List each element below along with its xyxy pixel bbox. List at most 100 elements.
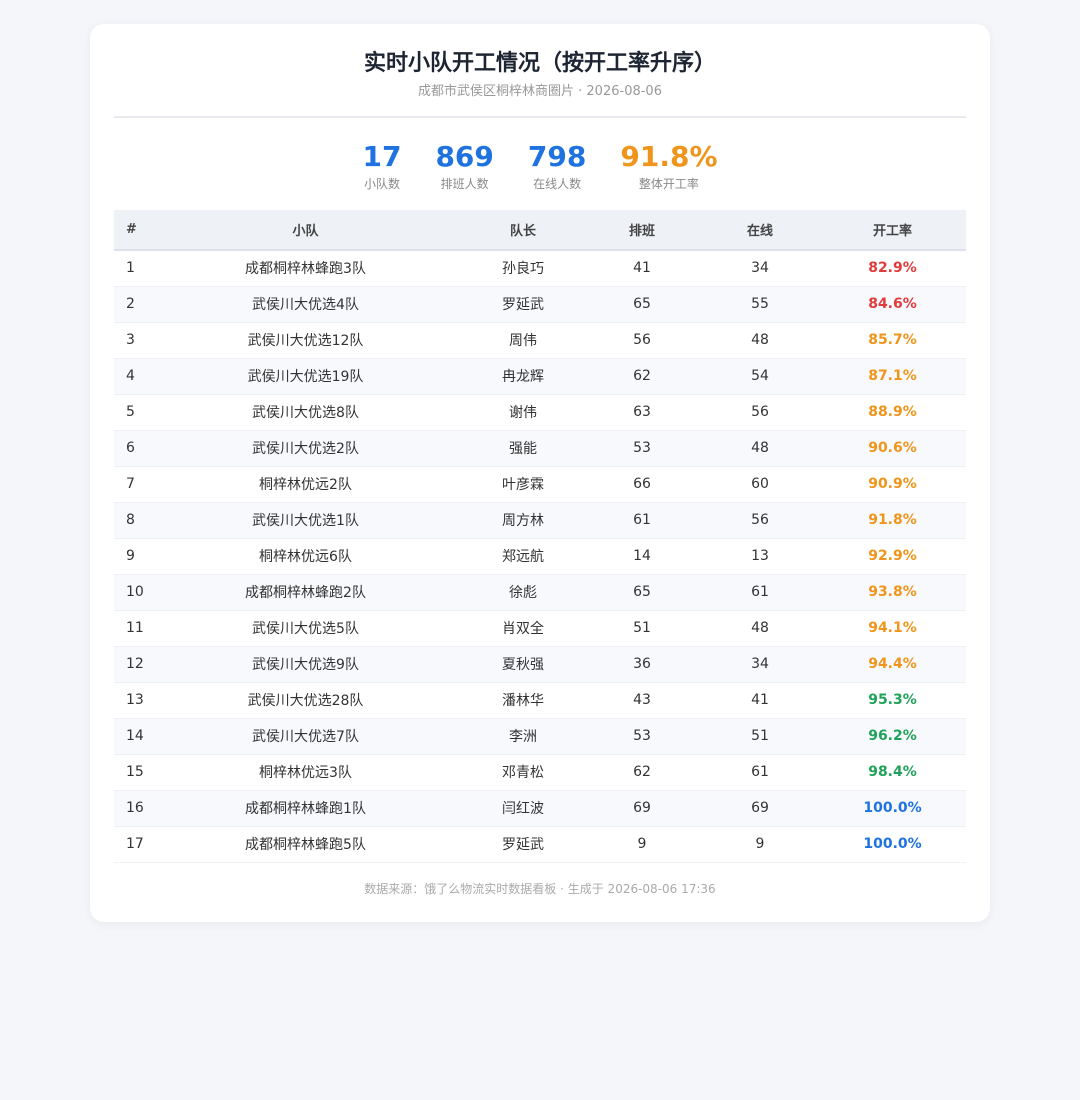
col-scheduled-header: 排班 xyxy=(583,210,701,251)
row-scheduled: 41 xyxy=(583,250,701,287)
row-team-name: 武侯川大优选4队 xyxy=(148,286,463,323)
row-online: 51 xyxy=(701,718,819,755)
table-row: 12 武侯川大优选9队 夏秋强 36 34 94.4% xyxy=(114,646,966,683)
row-online: 61 xyxy=(701,574,819,611)
row-leader: 孙良巧 xyxy=(463,250,583,287)
col-rate-header: 开工率 xyxy=(819,210,966,251)
row-leader: 叶彦霖 xyxy=(463,466,583,503)
row-online: 60 xyxy=(701,466,819,503)
header-row: # 小队 队长 排班 在线 开工率 xyxy=(114,210,966,251)
row-rate: 84.6% xyxy=(819,286,966,323)
row-scheduled: 62 xyxy=(583,358,701,395)
row-rate: 91.8% xyxy=(819,502,966,539)
table-row: 5 武侯川大优选8队 谢伟 63 56 88.9% xyxy=(114,394,966,431)
row-index: 3 xyxy=(114,322,148,359)
row-rate: 90.9% xyxy=(819,466,966,503)
row-online: 34 xyxy=(701,646,819,683)
row-online: 48 xyxy=(701,322,819,359)
row-team-name: 武侯川大优选8队 xyxy=(148,394,463,431)
row-scheduled: 9 xyxy=(583,826,701,863)
row-team-name: 武侯川大优选12队 xyxy=(148,322,463,359)
row-leader: 冉龙辉 xyxy=(463,358,583,395)
row-scheduled: 53 xyxy=(583,718,701,755)
row-team-name: 成都桐梓林蜂跑2队 xyxy=(148,574,463,611)
row-team-name: 武侯川大优选2队 xyxy=(148,430,463,467)
stat-label: 整体开工率 xyxy=(638,177,699,191)
row-scheduled: 63 xyxy=(583,394,701,431)
page-title: 实时小队开工情况（按开工率升序） xyxy=(363,51,716,76)
footer-source: 数据来源：饿了么物流实时数据看板 · 生成于 2026-08-06 17:36 xyxy=(364,881,716,896)
table-row: 1 成都桐梓林蜂跑3队 孙良巧 41 34 82.9% xyxy=(114,250,966,287)
stat-label: 在线人数 xyxy=(533,177,582,191)
row-online: 41 xyxy=(701,682,819,719)
row-online: 13 xyxy=(701,538,819,575)
stat-label: 小队数 xyxy=(363,177,400,191)
row-rate: 96.2% xyxy=(819,718,966,755)
row-scheduled: 62 xyxy=(583,754,701,791)
row-team-name: 桐梓林优远6队 xyxy=(148,538,463,575)
row-scheduled: 14 xyxy=(583,538,701,575)
row-rate: 88.9% xyxy=(819,394,966,431)
row-online: 48 xyxy=(701,430,819,467)
row-team-name: 成都桐梓林蜂跑3队 xyxy=(148,250,463,287)
table-row: 7 桐梓林优远2队 叶彦霖 66 60 90.9% xyxy=(114,466,966,503)
row-rate: 94.1% xyxy=(819,610,966,647)
row-index: 16 xyxy=(114,790,148,827)
row-online: 56 xyxy=(701,394,819,431)
row-team-name: 武侯川大优选19队 xyxy=(148,358,463,395)
row-scheduled: 43 xyxy=(583,682,701,719)
table-row: 17 成都桐梓林蜂跑5队 罗延武 9 9 100.0% xyxy=(114,826,966,863)
row-scheduled: 66 xyxy=(583,466,701,503)
stat-value: 91.8% xyxy=(620,140,718,173)
row-index: 7 xyxy=(114,466,148,503)
stat-value: 869 xyxy=(435,140,494,173)
row-leader: 强能 xyxy=(463,430,583,467)
row-index: 15 xyxy=(114,754,148,791)
stat-online-count: 798 在线人数 xyxy=(528,140,586,192)
table-row: 3 武侯川大优选12队 周伟 56 48 85.7% xyxy=(114,322,966,359)
row-team-name: 成都桐梓林蜂跑1队 xyxy=(148,790,463,827)
stat-scheduled-count: 869 排班人数 xyxy=(435,140,493,192)
row-rate: 93.8% xyxy=(819,574,966,611)
row-index: 8 xyxy=(114,502,148,539)
table-row: 9 桐梓林优远6队 郑远航 14 13 92.9% xyxy=(114,538,966,575)
row-scheduled: 56 xyxy=(583,322,701,359)
row-index: 6 xyxy=(114,430,148,467)
stat-team-count: 17 小队数 xyxy=(362,140,401,192)
row-leader: 肖双全 xyxy=(463,610,583,647)
row-leader: 周方林 xyxy=(463,502,583,539)
row-online: 9 xyxy=(701,826,819,863)
row-leader: 周伟 xyxy=(463,322,583,359)
row-index: 10 xyxy=(114,574,148,611)
row-rate: 95.3% xyxy=(819,682,966,719)
row-scheduled: 53 xyxy=(583,430,701,467)
col-index-header: # xyxy=(114,210,148,251)
row-team-name: 桐梓林优远3队 xyxy=(148,754,463,791)
row-index: 13 xyxy=(114,682,148,719)
stat-overall-rate: 91.8% 整体开工率 xyxy=(620,140,717,192)
table-row: 10 成都桐梓林蜂跑2队 徐彪 65 61 93.8% xyxy=(114,574,966,611)
table-body: 1 成都桐梓林蜂跑3队 孙良巧 41 34 82.9% 2 武侯川大优选4队 罗延武 65 55 84… xyxy=(114,250,966,863)
page-subtitle: 成都市武侯区桐梓林商圈片 · 2026-08-06 xyxy=(418,84,662,99)
row-leader: 李洲 xyxy=(463,718,583,755)
table-row: 11 武侯川大优选5队 肖双全 51 48 94.1% xyxy=(114,610,966,647)
row-team-name: 桐梓林优远2队 xyxy=(148,466,463,503)
row-rate: 92.9% xyxy=(819,538,966,575)
report-card: 实时小队开工情况（按开工率升序） 成都市武侯区桐梓林商圈片 · 2026-08-… xyxy=(90,24,990,922)
col-team-header: 小队 xyxy=(148,210,463,251)
row-team-name: 武侯川大优选28队 xyxy=(148,682,463,719)
row-leader: 徐彪 xyxy=(463,574,583,611)
table-row: 16 成都桐梓林蜂跑1队 闫红波 69 69 100.0% xyxy=(114,790,966,827)
row-leader: 郑远航 xyxy=(463,538,583,575)
table-row: 4 武侯川大优选19队 冉龙辉 62 54 87.1% xyxy=(114,358,966,395)
row-online: 56 xyxy=(701,502,819,539)
row-online: 55 xyxy=(701,286,819,323)
row-team-name: 武侯川大优选9队 xyxy=(148,646,463,683)
summary-stats: 17 小队数 869 排班人数 798 在线人数 91.8% 整体开工率 xyxy=(114,140,966,192)
row-index: 11 xyxy=(114,610,148,647)
row-scheduled: 51 xyxy=(583,610,701,647)
row-rate: 100.0% xyxy=(819,790,966,827)
table-row: 8 武侯川大优选1队 周方林 61 56 91.8% xyxy=(114,502,966,539)
table-row: 13 武侯川大优选28队 潘林华 43 41 95.3% xyxy=(114,682,966,719)
stat-value: 17 xyxy=(362,140,402,173)
